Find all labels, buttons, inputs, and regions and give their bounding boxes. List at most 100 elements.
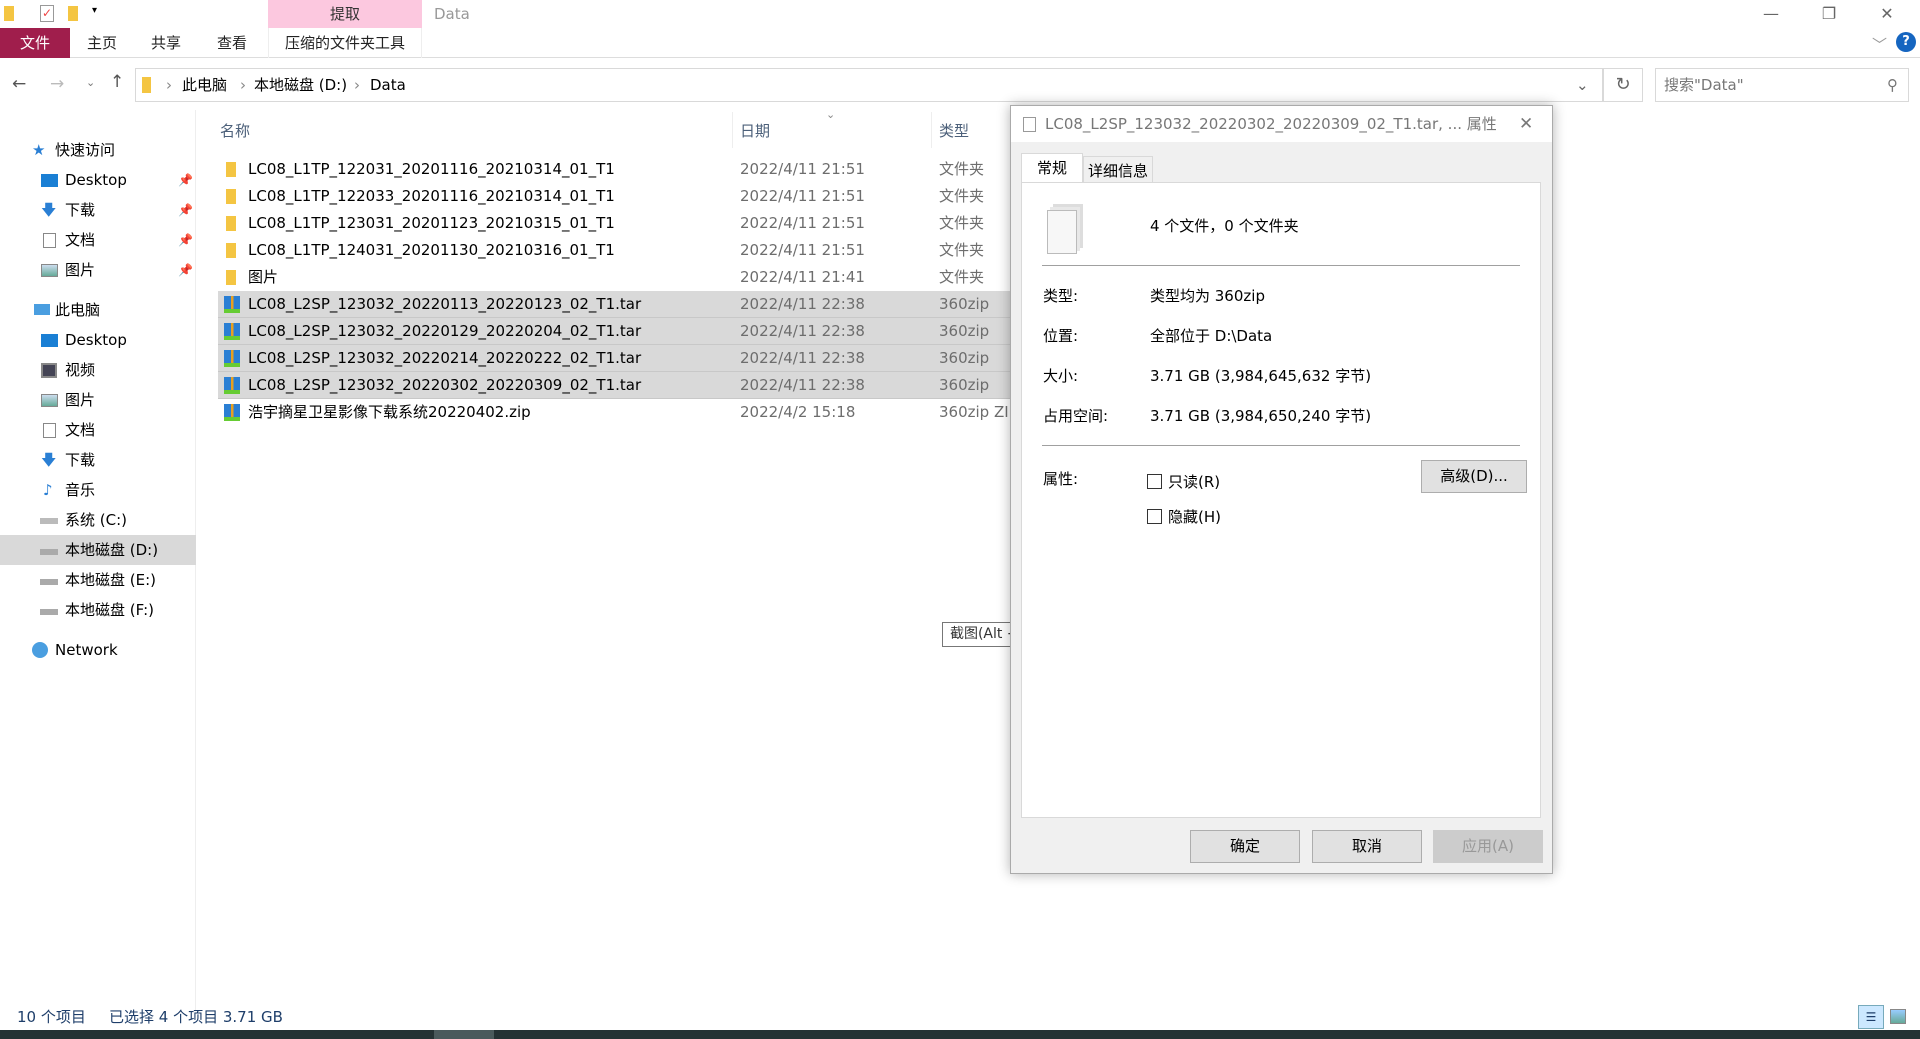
column-header-type[interactable]: 类型 [939,118,969,144]
file-date: 2022/4/11 21:41 [740,268,865,286]
breadcrumb-drive-d[interactable]: 本地磁盘 (D:) [254,69,347,101]
refresh-icon[interactable]: ↻ [1603,68,1643,102]
properties-icon[interactable]: ✓ [40,5,54,22]
file-row[interactable]: LC08_L2SP_123032_20220129_20220204_02_T1… [218,318,1010,345]
sidebar-item-drive-c[interactable]: 系统 (C:) [0,505,196,535]
file-row[interactable]: LC08_L2SP_123032_20220302_20220309_02_T1… [218,372,1010,399]
sidebar-item-pc-downloads[interactable]: 🡇 下载 [0,445,196,475]
tab-file[interactable]: 文件 [0,28,70,58]
tab-details[interactable]: 详细信息 [1083,156,1153,184]
drive-icon [40,609,58,615]
taskbar-item[interactable] [434,1030,494,1039]
file-type: 文件夹 [939,160,985,178]
window-title: Data [434,5,470,23]
cancel-button[interactable]: 取消 [1312,830,1422,863]
tab-home[interactable]: 主页 [78,28,126,58]
sidebar-item-pc-pictures[interactable]: 图片 [0,385,196,415]
close-icon[interactable]: ✕ [1864,0,1910,28]
search-icon[interactable]: ⚲ [1887,69,1898,101]
file-name: LC08_L2SP_123032_20220113_20220123_02_T1… [248,295,642,313]
breadcrumb-data[interactable]: Data [370,69,406,101]
details-view-icon[interactable]: ☰ [1858,1005,1884,1029]
pin-icon[interactable]: 📌 [178,165,193,195]
ribbon-expand-icon[interactable]: ﹀ [1872,34,1887,55]
sidebar-item-drive-e[interactable]: 本地磁盘 (E:) [0,565,196,595]
file-type: 文件夹 [939,268,985,286]
type-label: 类型: [1043,287,1079,305]
taskbar [0,1030,1920,1039]
file-date: 2022/4/2 15:18 [740,403,856,421]
file-name: LC08_L1TP_122031_20201116_20210314_01_T1 [248,160,615,178]
folder-icon [226,189,236,204]
search-placeholder: 搜索"Data" [1664,76,1744,94]
archive-icon [224,404,240,421]
context-tab-extract[interactable]: 提取 [268,0,422,28]
sidebar-item-downloads[interactable]: 🡇 下载 📌 [0,195,196,225]
hidden-label[interactable]: 隐藏(H) [1168,506,1221,527]
folder-icon [226,162,236,177]
file-name: LC08_L2SP_123032_20220214_20220222_02_T1… [248,349,642,367]
file-name: LC08_L1TP_123031_20201123_20210315_01_T1 [248,214,615,232]
hidden-checkbox[interactable] [1147,509,1162,524]
pin-icon[interactable]: 📌 [178,225,193,255]
sidebar-item-pc-desktop[interactable]: Desktop [0,325,196,355]
sidebar-item-drive-d[interactable]: 本地磁盘 (D:) [0,535,196,565]
apply-button[interactable]: 应用(A) [1433,830,1543,863]
file-date: 2022/4/11 22:38 [740,295,865,313]
restore-icon[interactable]: ❐ [1806,0,1852,28]
folder-icon [226,270,236,285]
sidebar-item-videos[interactable]: 视频 [0,355,196,385]
sidebar-item-documents[interactable]: 文档 📌 [0,225,196,255]
file-date: 2022/4/11 21:51 [740,241,865,259]
file-row[interactable]: LC08_L1TP_122031_20201116_20210314_01_T1… [218,156,1010,183]
large-icons-view-icon[interactable] [1890,1009,1906,1024]
ribbon-tabs: 文件 主页 共享 查看 压缩的文件夹工具 ﹀ ? [0,28,1920,58]
pin-icon[interactable]: 📌 [178,255,193,285]
file-row[interactable]: LC08_L1TP_123031_20201123_20210315_01_T1… [218,210,1010,237]
tab-share[interactable]: 共享 [142,28,190,58]
file-name: LC08_L2SP_123032_20220302_20220309_02_T1… [248,376,642,394]
breadcrumb-this-pc[interactable]: 此电脑 [182,69,227,101]
file-name: 浩宇摘星卫星影像下载系统20220402.zip [248,403,531,421]
readonly-label[interactable]: 只读(R) [1168,471,1220,492]
back-icon[interactable]: ← [12,74,26,94]
file-row[interactable]: LC08_L1TP_122033_20201116_20210314_01_T1… [218,183,1010,210]
sidebar-item-music[interactable]: ♪ 音乐 [0,475,196,505]
advanced-button[interactable]: 高级(D)... [1421,460,1527,493]
ok-button[interactable]: 确定 [1190,830,1300,863]
file-row[interactable]: LC08_L2SP_123032_20220214_20220222_02_T1… [218,345,1010,372]
sidebar-item-desktop[interactable]: Desktop 📌 [0,165,196,195]
sidebar-this-pc[interactable]: 此电脑 [0,295,196,325]
file-row[interactable]: LC08_L2SP_123032_20220113_20220123_02_T1… [218,291,1010,318]
dialog-close-icon[interactable]: ✕ [1519,106,1533,142]
recent-locations-icon[interactable]: ⌄ [86,76,95,89]
file-row[interactable]: 浩宇摘星卫星影像下载系统20220402.zip 2022/4/2 15:18 36… [218,399,1010,426]
address-bar[interactable]: › 此电脑 › 本地磁盘 (D:) › Data ⌄ [135,68,1603,102]
sidebar-quick-access[interactable]: ★ 快速访问 [0,135,196,165]
sidebar-item-pictures[interactable]: 图片 📌 [0,255,196,285]
file-date: 2022/4/11 21:51 [740,160,865,178]
file-row[interactable]: LC08_L1TP_124031_20201130_20210316_01_T1… [218,237,1010,264]
readonly-checkbox[interactable] [1147,474,1162,489]
customize-toolbar-icon[interactable]: ▾ [92,5,97,16]
column-header-date[interactable]: 日期 [740,118,770,144]
tab-general[interactable]: 常规 [1021,153,1083,183]
document-icon [43,233,56,248]
new-folder-icon[interactable] [68,6,78,21]
file-type: 文件夹 [939,187,985,205]
search-input[interactable]: 搜索"Data" ⚲ [1655,68,1909,102]
up-icon[interactable]: ↑ [110,72,124,92]
pin-icon[interactable]: 📌 [178,195,193,225]
sidebar-item-drive-f[interactable]: 本地磁盘 (F:) [0,595,196,625]
tab-compressed-tools[interactable]: 压缩的文件夹工具 [268,28,422,58]
help-icon[interactable]: ? [1896,32,1916,52]
address-dropdown-icon[interactable]: ⌄ [1576,69,1589,101]
forward-icon[interactable]: → [50,74,64,94]
sidebar-item-pc-documents[interactable]: 文档 [0,415,196,445]
archive-icon [224,350,240,367]
sidebar-network[interactable]: Network [0,635,196,665]
column-header-name[interactable]: 名称 [220,118,250,144]
file-row[interactable]: 图片 2022/4/11 21:41 文件夹 [218,264,1010,291]
tab-view[interactable]: 查看 [208,28,256,58]
minimize-icon[interactable]: — [1748,0,1794,28]
